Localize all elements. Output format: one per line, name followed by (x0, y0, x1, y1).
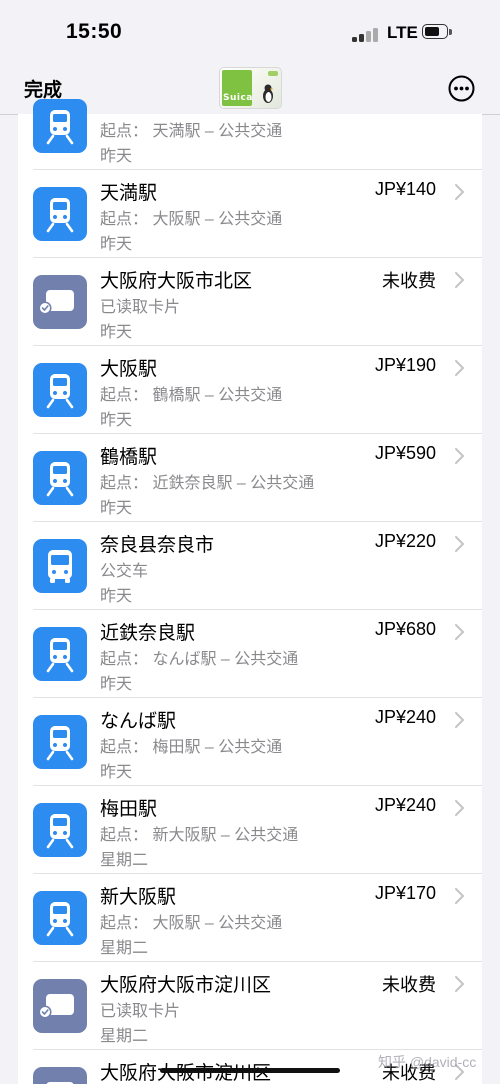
chevron-right-icon (454, 183, 465, 201)
transaction-row[interactable]: 大阪府大阪市北区 未收费 已读取卡片 昨天 (18, 258, 482, 346)
transaction-subtitle: 起点： 新大阪駅 – 公共交通 (100, 827, 299, 844)
transaction-subtitle: 起点： 大阪駅 – 公共交通 (100, 211, 283, 228)
train-icon (33, 627, 87, 681)
transaction-row[interactable]: 奈良县奈良市 JP¥220 公交车 昨天 (18, 522, 482, 610)
transaction-title: 新大阪駅 (100, 887, 177, 908)
transaction-title: 大阪府大阪市淀川区 (100, 975, 272, 996)
train-icon (33, 99, 87, 153)
transaction-amount: JP¥680 (374, 619, 436, 639)
transaction-date: 星期二 (100, 940, 149, 957)
transaction-title: 鶴橋駅 (100, 447, 158, 468)
transaction-row[interactable]: 大阪府大阪市淀川区 未收费 已读取卡片 星期二 (18, 962, 482, 1050)
transaction-amount: JP¥140 (374, 179, 436, 199)
status-time: 15:50 (66, 20, 123, 43)
home-indicator[interactable] (160, 1068, 340, 1073)
transaction-amount: JP¥170 (374, 883, 436, 903)
transaction-amount: JP¥220 (374, 531, 436, 551)
transaction-subtitle: 起点： 天満駅 – 公共交通 (100, 123, 283, 140)
train-icon (33, 187, 87, 241)
transaction-amount: JP¥240 (374, 707, 436, 727)
transaction-date: 昨天 (100, 236, 133, 253)
train-icon (33, 363, 87, 417)
transaction-subtitle: 公交车 (100, 563, 149, 580)
card-read-icon (33, 1067, 87, 1084)
transaction-row[interactable]: 新大阪駅 JP¥170 起点： 大阪駅 – 公共交通 星期二 (18, 874, 482, 962)
train-icon (33, 803, 87, 857)
train-icon (33, 715, 87, 769)
transaction-row[interactable]: 起点： 天満駅 – 公共交通 昨天 (18, 82, 482, 170)
transaction-list: 起点： 天満駅 – 公共交通 昨天 天満駅 JP¥140 起点： 大阪駅 – 公… (18, 99, 482, 1084)
transaction-date: 昨天 (100, 148, 133, 165)
transaction-row[interactable]: 大阪駅 JP¥190 起点： 鶴橋駅 – 公共交通 昨天 (18, 346, 482, 434)
train-icon (33, 891, 87, 945)
chevron-right-icon (454, 623, 465, 641)
transaction-date: 昨天 (100, 500, 133, 517)
card-read-icon (33, 275, 87, 329)
chevron-right-icon (454, 535, 465, 553)
transaction-date: 昨天 (100, 412, 133, 429)
transaction-amount: JP¥590 (374, 443, 436, 463)
transaction-subtitle: 起点： 大阪駅 – 公共交通 (100, 915, 283, 932)
transaction-date: 星期二 (100, 1028, 149, 1045)
transaction-date: 昨天 (100, 324, 133, 341)
transaction-amount: 未收费 (382, 271, 436, 291)
chevron-right-icon (454, 271, 465, 289)
transaction-title: 近鉄奈良駅 (100, 623, 196, 644)
chevron-right-icon (454, 359, 465, 377)
transaction-row[interactable]: 近鉄奈良駅 JP¥680 起点： なんば駅 – 公共交通 昨天 (18, 610, 482, 698)
transaction-date: 昨天 (100, 676, 133, 693)
transaction-amount: JP¥190 (374, 355, 436, 375)
transaction-title: 奈良县奈良市 (100, 535, 215, 556)
transaction-amount: JP¥240 (374, 795, 436, 815)
transaction-title: 大阪府大阪市北区 (100, 271, 253, 292)
transaction-date: 星期二 (100, 852, 149, 869)
transaction-subtitle: 已读取卡片 (100, 1003, 181, 1020)
transaction-title: 天満駅 (100, 183, 158, 204)
transaction-subtitle: 已读取卡片 (100, 299, 181, 316)
battery-icon (422, 24, 452, 41)
chevron-right-icon (454, 799, 465, 817)
wallet-transactions-screen: 15:50 LTE 完成 Suica 起点： 天満駅 – 公共交通 昨天 天満駅… (0, 0, 500, 1084)
transaction-row[interactable]: なんば駅 JP¥240 起点： 梅田駅 – 公共交通 昨天 (18, 698, 482, 786)
chevron-right-icon (454, 447, 465, 465)
transaction-row[interactable]: 鶴橋駅 JP¥590 起点： 近鉄奈良駅 – 公共交通 昨天 (18, 434, 482, 522)
bus-icon (33, 539, 87, 593)
network-type: LTE (387, 23, 418, 42)
card-read-icon (33, 979, 87, 1033)
transaction-subtitle: 起点： 鶴橋駅 – 公共交通 (100, 387, 283, 404)
transaction-title: 大阪駅 (100, 359, 158, 380)
transaction-row[interactable]: 梅田駅 JP¥240 起点： 新大阪駅 – 公共交通 星期二 (18, 786, 482, 874)
transaction-date: 昨天 (100, 764, 133, 781)
transaction-title: なんば駅 (100, 711, 177, 732)
chevron-right-icon (454, 711, 465, 729)
train-icon (33, 451, 87, 505)
transaction-title: 梅田駅 (100, 799, 158, 820)
transaction-amount: 未收费 (382, 975, 436, 995)
transaction-row[interactable]: 天満駅 JP¥140 起点： 大阪駅 – 公共交通 昨天 (18, 170, 482, 258)
transaction-date: 昨天 (100, 588, 133, 605)
transaction-subtitle: 起点： 近鉄奈良駅 – 公共交通 (100, 475, 315, 492)
status-bar: 15:50 LTE (0, 0, 500, 64)
transaction-subtitle: 起点： なんば駅 – 公共交通 (100, 651, 299, 668)
chevron-right-icon (454, 887, 465, 905)
signal-bars-icon (352, 26, 380, 42)
transaction-subtitle: 起点： 梅田駅 – 公共交通 (100, 739, 283, 756)
chevron-right-icon (454, 975, 465, 993)
watermark: 知乎 @david-cc (378, 1054, 477, 1070)
